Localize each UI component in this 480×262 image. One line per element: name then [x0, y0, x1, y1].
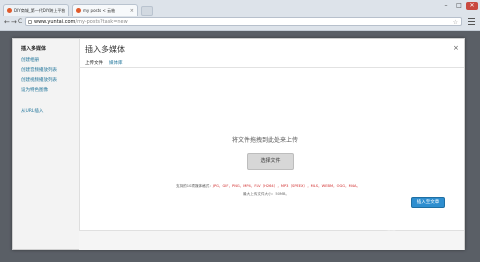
new-tab-button[interactable]: [141, 6, 153, 16]
formats-prefix: 支持的10项媒体格式：: [176, 184, 213, 188]
modal-footer: [79, 230, 464, 250]
tab-label: my posts < 云柚: [83, 8, 116, 13]
close-window-button[interactable]: ✕: [466, 2, 478, 10]
tab-label: DIY商城_第一代DIY跨上平台: [14, 8, 66, 13]
modal-title: 插入多媒体: [85, 45, 125, 54]
browser-tab-my-posts[interactable]: my posts < 云柚 ×: [72, 4, 138, 16]
sidebar-item-audio-playlist[interactable]: 创建音频播放列表: [21, 67, 57, 73]
page-icon: [28, 20, 32, 24]
supported-formats: 支持的10项媒体格式：JPG，GIF，PNG，MP4，FLV（H264），MP3…: [176, 184, 360, 189]
forward-arrow-icon[interactable]: →: [11, 18, 17, 26]
back-arrow-icon[interactable]: ←: [4, 18, 10, 26]
drop-zone-text: 将文件拖拽到此处来上传: [232, 137, 299, 144]
site-favicon-icon: [7, 8, 12, 13]
address-bar[interactable]: www.yuntai.com/my-posts?task=new ☆: [25, 17, 462, 26]
sidebar-item-featured-image[interactable]: 设为特色图像: [21, 87, 48, 93]
close-tab-icon[interactable]: ×: [61, 5, 65, 16]
max-upload-size: 最大上传文件大小：50MB。: [243, 192, 290, 196]
url-host: www.yuntai.com: [34, 19, 76, 25]
browser-toolbar: DIY商城_第一代DIY跨上平台 × my posts < 云柚 × – □ ✕…: [0, 0, 480, 31]
select-files-button[interactable]: 选择文件: [247, 153, 294, 170]
sidebar-title: 插入多媒体: [21, 46, 47, 52]
baidu-watermark: Bai经验: [366, 220, 396, 233]
tab-media-library[interactable]: 媒体库: [109, 60, 123, 66]
insert-into-post-button[interactable]: 插入至文章: [411, 197, 445, 208]
tabs-divider: [79, 67, 464, 68]
sidebar-item-video-playlist[interactable]: 创建视频播放列表: [21, 77, 57, 83]
browser-tab-diy[interactable]: DIY商城_第一代DIY跨上平台 ×: [3, 4, 69, 16]
close-tab-icon[interactable]: ×: [130, 5, 134, 16]
sidebar-item-insert-from-url[interactable]: 从URL插入: [21, 108, 43, 114]
tab-upload-files[interactable]: 上传文件: [85, 60, 103, 66]
url-path: /my-posts?task=new: [75, 19, 128, 25]
site-favicon-icon: [76, 8, 81, 13]
formats-list: JPG，GIF，PNG，MP4，FLV（H264），MP3（SPEEX），MLS…: [212, 184, 361, 188]
maximize-button[interactable]: □: [453, 2, 465, 10]
media-sidebar: 插入多媒体 创建相册 创建音频播放列表 创建视频播放列表 设为特色图像 从URL…: [13, 39, 80, 249]
insert-media-modal: 插入多媒体 创建相册 创建音频播放列表 创建视频播放列表 设为特色图像 从URL…: [12, 38, 465, 250]
browser-menu-icon[interactable]: [468, 18, 475, 25]
reload-icon[interactable]: C: [18, 18, 22, 26]
close-icon[interactable]: ×: [453, 44, 459, 52]
bookmark-star-icon[interactable]: ☆: [453, 18, 458, 27]
minimize-button[interactable]: –: [440, 2, 452, 10]
sidebar-item-create-gallery[interactable]: 创建相册: [21, 57, 39, 63]
